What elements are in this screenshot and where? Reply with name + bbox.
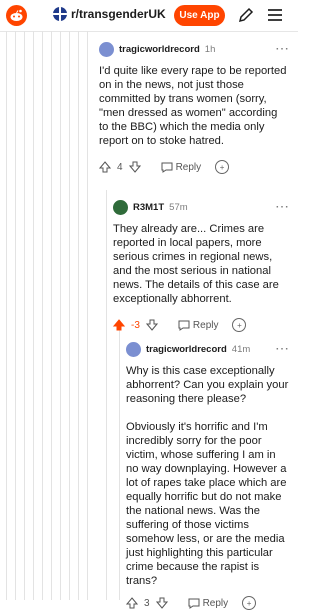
comment-paragraph: Why is this case exceptionally abhorrent… <box>126 365 289 405</box>
comment: R3M1T 57m ⋯ They already are... Crimes a… <box>113 198 289 332</box>
reply-icon <box>161 162 173 173</box>
upvote-icon[interactable] <box>99 161 111 173</box>
thread-line[interactable] <box>106 190 107 600</box>
menu-icon[interactable] <box>266 6 284 24</box>
downvote-icon[interactable] <box>145 319 158 331</box>
comment-meta: R3M1T 57m <box>113 200 289 215</box>
reply-label: Reply <box>175 161 202 173</box>
avatar[interactable] <box>113 200 128 215</box>
comment-paragraph: I'd quite like every rape to be reported… <box>99 65 287 147</box>
reply-icon <box>188 598 200 609</box>
edit-icon[interactable] <box>237 6 255 24</box>
thread-line[interactable] <box>69 31 70 600</box>
comment-time: 1h <box>204 44 216 55</box>
subreddit-link[interactable]: r/transgenderUK <box>53 7 166 21</box>
comment-body: They already are... Crimes are reported … <box>113 222 289 306</box>
subreddit-name: r/transgenderUK <box>71 7 166 21</box>
reply-label: Reply <box>202 597 229 609</box>
thread-line[interactable] <box>6 31 7 600</box>
thread-line[interactable] <box>42 31 43 600</box>
vote-score: -3 <box>131 319 140 331</box>
downvote-icon[interactable] <box>155 597 168 609</box>
comment: tragicworldrecord 41m ⋯ Why is this case… <box>126 340 289 610</box>
thread-line[interactable] <box>33 31 34 600</box>
award-icon[interactable]: + <box>215 160 230 174</box>
comment-actions: -3 Reply + <box>113 318 289 332</box>
thread-line[interactable] <box>87 31 88 600</box>
comment: tragicworldrecord 1h ⋯ I'd quite like ev… <box>99 40 289 174</box>
avatar[interactable] <box>126 342 141 357</box>
comment-body: I'd quite like every rape to be reported… <box>99 64 289 148</box>
thread-line[interactable] <box>24 31 25 600</box>
award-icon[interactable]: + <box>232 318 247 332</box>
thread-line[interactable] <box>119 330 120 600</box>
comment-actions: 4 Reply + <box>99 160 289 174</box>
comment-author[interactable]: tragicworldrecord <box>119 44 200 55</box>
comment-actions: 3 Reply + <box>126 596 289 610</box>
top-bar: r/transgenderUK Use App <box>0 0 298 32</box>
downvote-icon[interactable] <box>128 161 141 173</box>
thread-line[interactable] <box>78 31 79 600</box>
comment-paragraph: They already are... Crimes are reported … <box>113 223 279 305</box>
more-options-icon[interactable]: ⋯ <box>275 40 289 57</box>
comment-time: 57m <box>169 202 188 213</box>
reply-label: Reply <box>192 319 219 331</box>
avatar[interactable] <box>99 42 114 57</box>
comment-paragraph: Obviously it's horrific and I'm incredib… <box>126 421 287 587</box>
upvote-icon[interactable] <box>113 319 125 331</box>
comment-author[interactable]: tragicworldrecord <box>146 344 227 355</box>
vote-score: 4 <box>117 161 123 173</box>
reply-icon <box>178 320 190 331</box>
thread-line[interactable] <box>51 31 52 600</box>
subreddit-flag-icon <box>53 7 67 21</box>
comment-body: Why is this case exceptionally abhorrent… <box>126 364 289 588</box>
upvote-icon[interactable] <box>126 597 138 609</box>
comment-meta: tragicworldrecord 41m <box>126 342 289 357</box>
thread-line[interactable] <box>15 31 16 600</box>
comment-time: 41m <box>231 344 251 355</box>
more-options-icon[interactable]: ⋯ <box>275 340 289 357</box>
reply-button[interactable]: Reply <box>178 319 219 331</box>
comment-author[interactable]: R3M1T <box>133 202 164 213</box>
use-app-button[interactable]: Use App <box>174 5 225 26</box>
thread-line[interactable] <box>60 31 61 600</box>
reply-button[interactable]: Reply <box>188 597 229 609</box>
vote-score: 3 <box>144 597 150 609</box>
reply-button[interactable]: Reply <box>161 161 202 173</box>
award-icon[interactable]: + <box>242 596 257 610</box>
more-options-icon[interactable]: ⋯ <box>275 198 289 215</box>
reddit-logo-icon[interactable] <box>6 5 27 26</box>
comment-meta: tragicworldrecord 1h <box>99 42 289 57</box>
